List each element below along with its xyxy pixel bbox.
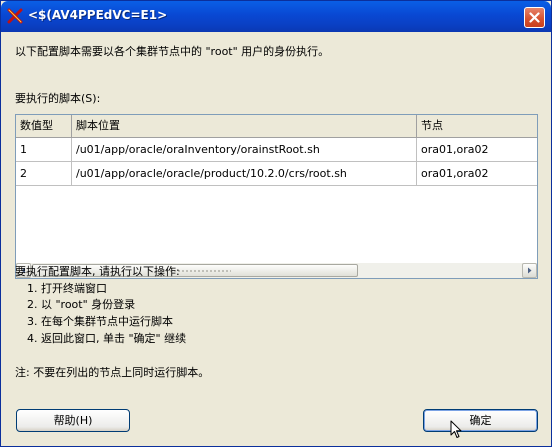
close-icon [529, 12, 540, 23]
instruction-step: 3. 在每个集群节点中运行脚本 [27, 315, 173, 328]
scripts-label: 要执行的脚本(S): [15, 92, 101, 105]
note-text: 注: 不要在列出的节点上同时运行脚本。 [15, 366, 210, 379]
row-nodes: ora01,ora02 [421, 143, 489, 156]
instruction-step: 2. 以 "root" 身份登录 [27, 298, 136, 311]
row-script-path: /u01/app/oracle/oracle/product/10.2.0/cr… [72, 162, 417, 185]
table-row[interactable]: 2 /u01/app/oracle/oracle/product/10.2.0/… [16, 162, 537, 186]
column-header-script-location[interactable]: 脚本位置 [72, 115, 417, 137]
installer-dialog: <$(AV4PPEdVC=E1> 以下配置脚本需要以各个集群节点中的 "root… [0, 0, 552, 447]
row-number: 2 [16, 162, 72, 185]
dialog-content: 以下配置脚本需要以各个集群节点中的 "root" 用户的身份执行。 要执行的脚本… [1, 32, 551, 446]
arrow-right-icon [528, 267, 532, 274]
row-script-path: /u01/app/oracle/oraInventory/orainstRoot… [72, 138, 417, 161]
intro-text: 以下配置脚本需要以各个集群节点中的 "root" 用户的身份执行。 [15, 45, 330, 58]
close-button[interactable] [524, 7, 545, 28]
window-title: <$(AV4PPEdVC=E1> [28, 8, 168, 22]
scroll-right-button[interactable] [522, 263, 537, 278]
instructions-heading: 要执行配置脚本, 请执行以下操作: [15, 265, 180, 278]
ok-button[interactable]: 确定 [423, 409, 538, 432]
column-header-nodes[interactable]: 节点 [417, 115, 537, 137]
scripts-table[interactable]: 数值型 脚本位置 节点 1 /u01/app/oracle/oraInvento… [15, 114, 538, 279]
table-header: 数值型 脚本位置 节点 [16, 115, 537, 138]
row-number: 1 [16, 138, 72, 161]
help-button[interactable]: 帮助(H) [16, 409, 130, 432]
column-header-number[interactable]: 数值型 [16, 115, 72, 137]
row-nodes: ora01,ora02 [421, 167, 489, 180]
instruction-step: 4. 返回此窗口, 单击 "确定" 继续 [27, 332, 187, 345]
table-row[interactable]: 1 /u01/app/oracle/oraInventory/orainstRo… [16, 138, 537, 162]
instruction-step: 1. 打开终端窗口 [27, 282, 107, 295]
oracle-installer-x-icon [7, 8, 23, 24]
title-bar[interactable]: <$(AV4PPEdVC=E1> [1, 1, 551, 32]
mouse-cursor-icon [450, 420, 462, 438]
